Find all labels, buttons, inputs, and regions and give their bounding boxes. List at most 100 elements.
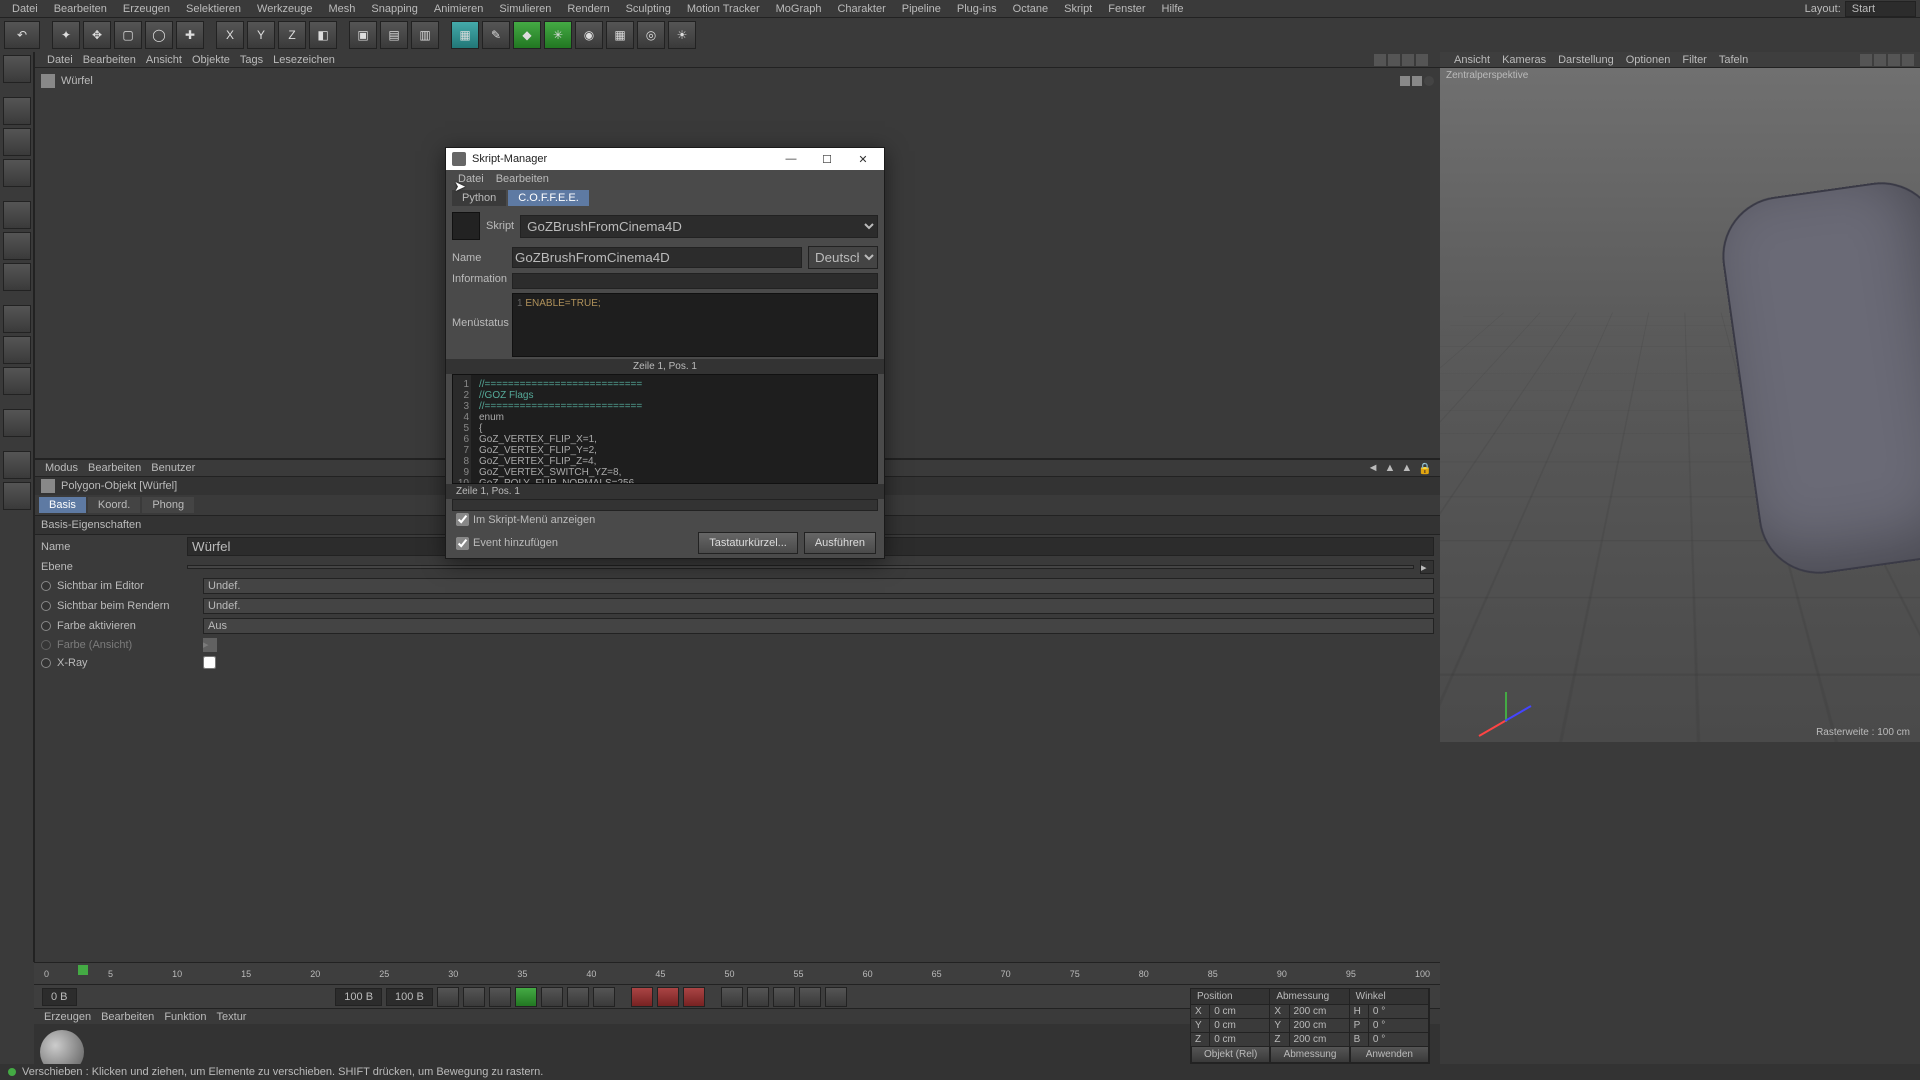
play-button[interactable] [515,987,537,1007]
prop-visrender-value[interactable]: Undef. [203,598,1434,614]
phong-tag-icon[interactable] [1424,76,1434,86]
uv-mode[interactable] [3,336,31,364]
panel-icon[interactable] [1416,54,1428,66]
object-row[interactable]: Würfel [41,72,1434,90]
add-spline[interactable]: ✎ [482,21,510,49]
prop-layer-value[interactable] [187,565,1414,569]
prev-frame[interactable] [489,987,511,1007]
radio-icon[interactable] [41,621,51,631]
obj-menu-lesezeichen[interactable]: Lesezeichen [273,54,335,66]
script-editor[interactable]: 12345678910 //==========================… [452,374,878,484]
goto-start[interactable] [437,987,459,1007]
polygons-mode[interactable] [3,263,31,291]
timeline-marker[interactable] [78,965,88,975]
scale-tool[interactable]: ▢ [114,21,142,49]
psr-p-ang[interactable]: 0 ° [1369,1018,1429,1032]
key-rot[interactable] [773,987,795,1007]
maximize-button[interactable]: ☐ [812,148,842,170]
frame-end2[interactable]: 100 B [386,988,433,1006]
menu-skript[interactable]: Skript [1056,1,1100,17]
vp-nav-icon[interactable] [1860,54,1872,66]
obj-menu-objekte[interactable]: Objekte [192,54,230,66]
key-param[interactable] [799,987,821,1007]
z-axis-lock[interactable]: Z [278,21,306,49]
add-primitive[interactable]: ▦ [451,21,479,49]
keyframe-sel[interactable] [683,987,705,1007]
name-input[interactable] [512,247,802,268]
script-select[interactable]: GoZBrushFromCinema4D [520,215,878,238]
menu-simulieren[interactable]: Simulieren [491,1,559,17]
add-light[interactable]: ◎ [637,21,665,49]
rotate-tool[interactable]: ◯ [145,21,173,49]
menu-selektieren[interactable]: Selektieren [178,1,249,17]
panel-icon[interactable] [1374,54,1386,66]
next-key[interactable] [567,987,589,1007]
psr-y-pos[interactable]: 0 cm [1210,1018,1270,1032]
obj-menu-tags[interactable]: Tags [240,54,263,66]
radio-icon[interactable] [41,581,51,591]
snap-toggle[interactable] [3,409,31,437]
psr-h-ang[interactable]: 0 ° [1369,1004,1429,1018]
close-button[interactable]: ✕ [848,148,878,170]
menustatus-code[interactable]: 1 ENABLE=TRUE; [512,293,878,357]
record-button[interactable] [631,987,653,1007]
show-in-menu-checkbox[interactable] [456,513,469,526]
make-editable[interactable] [3,55,31,83]
vp-menu-darstellung[interactable]: Darstellung [1558,54,1614,66]
prop-viseditor-value[interactable]: Undef. [203,578,1434,594]
xray-checkbox[interactable] [203,656,216,669]
attr-menu-modus[interactable]: Modus [45,462,78,474]
dlg-menu-datei[interactable]: Datei [458,173,484,185]
radio-icon[interactable] [41,601,51,611]
menu-datei[interactable]: Datei [4,1,46,17]
mat-menu-funktion[interactable]: Funktion [164,1011,206,1023]
vp-nav-icon[interactable] [1874,54,1886,66]
undo-button[interactable]: ↶ [4,21,40,49]
language-select[interactable]: Deutsch [808,246,878,269]
menu-plugins[interactable]: Plug-ins [949,1,1005,17]
tweak-mode[interactable] [3,367,31,395]
visibility-dot[interactable] [1400,76,1410,86]
render-region[interactable]: ▤ [380,21,408,49]
menu-bearbeiten[interactable]: Bearbeiten [46,1,115,17]
key-pla[interactable] [825,987,847,1007]
goto-end[interactable] [593,987,615,1007]
obj-menu-ansicht[interactable]: Ansicht [146,54,182,66]
tab-phong[interactable]: Phong [142,497,194,513]
prop-color-value[interactable]: Aus [203,618,1434,634]
menu-motion-tracker[interactable]: Motion Tracker [679,1,768,17]
shortcut-button[interactable]: Tastaturkürzel... [698,532,798,554]
psr-x-pos[interactable]: 0 cm [1210,1004,1270,1018]
dlg-menu-bearbeiten[interactable]: Bearbeiten [496,173,549,185]
texture-mode[interactable] [3,128,31,156]
workplane-mode[interactable] [3,159,31,187]
vp-menu-optionen[interactable]: Optionen [1626,54,1671,66]
locked-workplane[interactable] [3,482,31,510]
frame-end[interactable]: 100 B [335,988,382,1006]
add-generator[interactable]: ◆ [513,21,541,49]
psr-y-dim[interactable]: 200 cm [1290,1018,1350,1032]
add-environment[interactable]: ◉ [575,21,603,49]
tab-coffee[interactable]: C.O.F.F.E.E. [508,190,589,206]
move-tool[interactable]: ✥ [83,21,111,49]
render-view[interactable]: ▣ [349,21,377,49]
menu-pipeline[interactable]: Pipeline [894,1,949,17]
obj-menu-datei[interactable]: Datei [47,54,73,66]
menu-snapping[interactable]: Snapping [363,1,426,17]
key-scale[interactable] [747,987,769,1007]
axis-mode[interactable] [3,305,31,333]
layout-select[interactable]: Start [1845,1,1916,17]
menu-mograph[interactable]: MoGraph [768,1,830,17]
mat-menu-textur[interactable]: Textur [217,1011,247,1023]
add-camera[interactable]: ▦ [606,21,634,49]
tab-python[interactable]: Python [452,190,506,206]
radio-icon[interactable] [41,658,51,668]
vp-menu-ansicht[interactable]: Ansicht [1454,54,1490,66]
menu-charakter[interactable]: Charakter [829,1,893,17]
menu-octane[interactable]: Octane [1005,1,1056,17]
points-mode[interactable] [3,201,31,229]
render-settings[interactable]: ▥ [411,21,439,49]
nav-back-icon[interactable]: ◄ [1368,462,1379,475]
nav-fwd-icon[interactable]: ▲ [1385,462,1396,475]
autokey-button[interactable] [657,987,679,1007]
